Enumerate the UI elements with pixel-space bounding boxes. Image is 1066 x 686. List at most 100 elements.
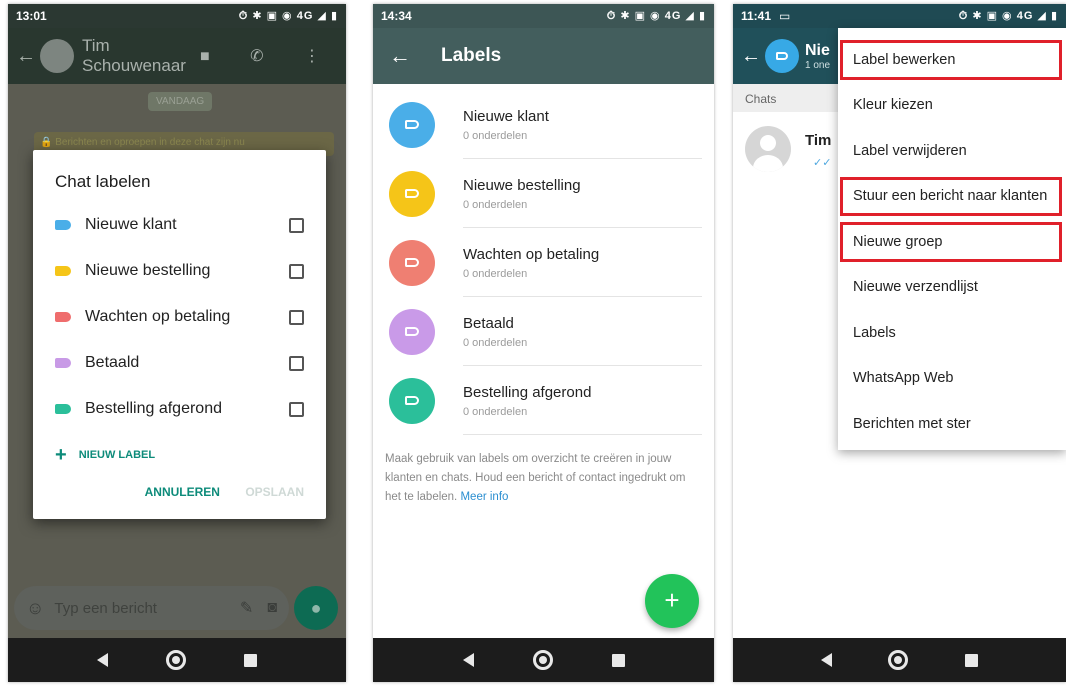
label-checkbox[interactable] <box>289 355 304 371</box>
nav-back-icon[interactable] <box>821 653 833 667</box>
cancel-button[interactable]: ANNULEREN <box>145 485 220 499</box>
label-count: 0 onderdelen <box>463 267 528 280</box>
phone-chat-label-dialog: 13:01 ⏱ ✱ ▣ ◉ 4G ◢ ▮ ← Tim Schouwenaar ■… <box>8 4 346 682</box>
label-tag-icon <box>55 404 71 414</box>
status-icons: ⏱ ✱ ▣ ◉ 4G ◢ ▮ <box>238 10 338 22</box>
microphone-icon: ● <box>310 598 322 618</box>
nav-home-icon[interactable] <box>888 650 909 670</box>
nav-back-icon[interactable] <box>97 653 108 667</box>
nav-recents-icon[interactable] <box>244 653 257 667</box>
label-tag-icon <box>55 312 71 322</box>
label-color-circle <box>389 170 435 217</box>
label-option[interactable]: Betaald <box>55 340 304 386</box>
phone-labels-list: 14:34 ⏱ ✱ ▣ ◉ 4G ◢ ▮ ← Labels Nieuwe kla… <box>373 4 714 682</box>
overflow-menu: Label bewerken Kleur kiezen Label verwij… <box>838 28 1066 450</box>
message-input[interactable]: Typ een bericht <box>54 600 226 617</box>
label-tag-icon <box>776 52 788 60</box>
label-list-item[interactable]: Bestelling afgerond 0 onderdelen <box>373 366 714 435</box>
label-option-name: Nieuwe klant <box>85 216 177 233</box>
label-tag-icon <box>55 266 71 276</box>
status-icons: ⏱ ✱ ▣ ◉ 4G ◢ ▮ <box>958 10 1058 22</box>
status-bar: 11:41 ▭ ⏱ ✱ ▣ ◉ 4G ◢ ▮ <box>733 4 1066 28</box>
dialog-title: Chat labelen <box>55 172 151 191</box>
menu-item-whatsapp-web[interactable]: WhatsApp Web <box>838 356 1066 402</box>
add-label-button[interactable]: + <box>645 574 699 628</box>
label-color-circle <box>389 101 435 148</box>
contact-name[interactable]: Tim Schouwenaar <box>82 36 200 76</box>
call-icons[interactable]: ■ ✆ ⋮ <box>200 46 338 66</box>
label-checkbox[interactable] <box>289 309 304 325</box>
label-option[interactable]: Nieuwe klant <box>55 202 304 248</box>
menu-item-label-verwijderen[interactable]: Label verwijderen <box>838 128 1066 174</box>
info-text: Maak gebruik van labels om overzicht te … <box>385 453 686 503</box>
label-checkbox[interactable] <box>289 263 304 279</box>
label-option-name: Wachten op betaling <box>85 308 231 325</box>
save-button[interactable]: OPSLAAN <box>245 485 304 499</box>
camera-icon[interactable]: ◙ <box>267 599 277 617</box>
message-composer[interactable]: ☺ Typ een bericht ✎ ◙ <box>14 586 289 630</box>
nav-recents-icon[interactable] <box>964 653 978 667</box>
menu-item-label-bewerken[interactable]: Label bewerken <box>838 37 1066 83</box>
phone-label-menu: 11:41 ▭ ⏱ ✱ ▣ ◉ 4G ◢ ▮ ← Nie 1 one Chats… <box>733 4 1066 682</box>
mic-button[interactable]: ● <box>294 586 338 630</box>
labels-info-text: Maak gebruik van labels om overzicht te … <box>385 450 702 507</box>
label-option-name: Nieuwe bestelling <box>85 262 211 279</box>
label-color-circle <box>389 308 435 355</box>
attach-icon[interactable]: ✎ <box>240 598 253 618</box>
menu-item-kleur-kiezen[interactable]: Kleur kiezen <box>838 83 1066 129</box>
label-count: 0 onderdelen <box>463 336 528 349</box>
label-tag-icon <box>55 220 71 230</box>
plus-icon: + <box>55 443 67 466</box>
more-info-link[interactable]: Meer info <box>460 491 508 503</box>
label-count: 0 onderdelen <box>463 129 528 142</box>
label-option[interactable]: Wachten op betaling <box>55 294 304 340</box>
menu-item-nieuwe-groep[interactable]: Nieuwe groep <box>838 219 1066 265</box>
emoji-icon[interactable]: ☺ <box>26 598 44 619</box>
avatar[interactable] <box>40 39 74 73</box>
nav-home-icon[interactable] <box>166 650 186 670</box>
label-option-name: Bestelling afgerond <box>85 400 222 417</box>
menu-item-berichten-met-ster[interactable]: Berichten met ster <box>838 401 1066 447</box>
label-checkbox[interactable] <box>289 401 304 417</box>
label-count: 0 onderdelen <box>463 198 528 211</box>
label-name: Nieuwe bestelling <box>463 176 581 194</box>
labels-list: Nieuwe klant 0 onderdelen Nieuwe bestell… <box>373 90 714 435</box>
label-tag-icon <box>405 327 419 336</box>
divider <box>463 434 702 435</box>
status-bar: 13:01 ⏱ ✱ ▣ ◉ 4G ◢ ▮ <box>8 4 346 28</box>
android-nav-bar <box>733 638 1066 682</box>
label-avatar[interactable] <box>765 39 799 73</box>
label-option-name: Betaald <box>85 354 140 371</box>
label-option[interactable]: Bestelling afgerond <box>55 386 304 432</box>
back-arrow-icon[interactable]: ← <box>16 45 36 68</box>
label-list-item[interactable]: Wachten op betaling 0 onderdelen <box>373 228 714 297</box>
label-color-circle <box>389 377 435 424</box>
back-arrow-icon[interactable]: ← <box>389 43 411 69</box>
label-tag-icon <box>405 396 419 405</box>
plus-icon: + <box>664 585 680 615</box>
chat-label-dialog: Chat labelen Nieuwe klant Nieuwe bestell… <box>33 150 326 519</box>
label-name: Wachten op betaling <box>463 245 600 263</box>
chat-name: Tim <box>805 132 832 149</box>
new-label-text: NIEUW LABEL <box>78 449 156 461</box>
label-list-item[interactable]: Betaald 0 onderdelen <box>373 297 714 366</box>
menu-item-labels[interactable]: Labels <box>838 310 1066 356</box>
new-label-button[interactable]: + NIEUW LABEL <box>55 432 304 478</box>
nav-back-icon[interactable] <box>462 653 474 667</box>
label-tag-icon <box>405 258 419 267</box>
label-color-circle <box>389 239 435 286</box>
back-arrow-icon[interactable]: ← <box>741 45 761 68</box>
menu-item-nieuwe-verzendlijst[interactable]: Nieuwe verzendlijst <box>838 265 1066 311</box>
label-option[interactable]: Nieuwe bestelling <box>55 248 304 294</box>
labels-header: ← Labels <box>373 28 714 84</box>
label-count: 0 onderdelen <box>463 405 528 418</box>
label-list-item[interactable]: Nieuwe klant 0 onderdelen <box>373 90 714 159</box>
menu-item-stuur-bericht-klanten[interactable]: Stuur een bericht naar klanten <box>838 174 1066 220</box>
status-time: 13:01 <box>16 9 47 23</box>
label-checkbox[interactable] <box>289 217 304 233</box>
nav-home-icon[interactable] <box>532 650 553 670</box>
nav-recents-icon[interactable] <box>611 653 625 667</box>
page-title: Labels <box>441 45 502 66</box>
label-list-item[interactable]: Nieuwe bestelling 0 onderdelen <box>373 159 714 228</box>
status-icons: ⏱ ✱ ▣ ◉ 4G ◢ ▮ <box>606 10 706 22</box>
